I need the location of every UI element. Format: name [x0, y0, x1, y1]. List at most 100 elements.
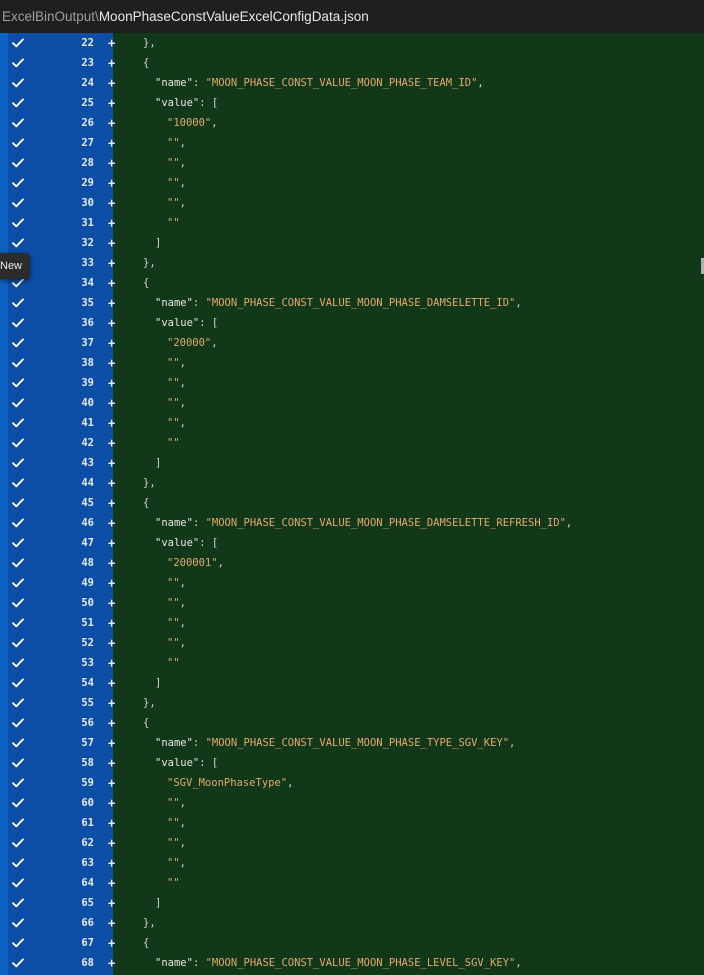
line-include-check-icon[interactable]	[9, 893, 27, 913]
code-line[interactable]: 48 + "200001",	[0, 553, 704, 573]
code-line[interactable]: 39 + "",	[0, 373, 704, 393]
code-line[interactable]: 42 + ""	[0, 433, 704, 453]
file-name[interactable]: MoonPhaseConstValueExcelConfigData.json	[99, 9, 369, 24]
line-include-check-icon[interactable]	[9, 413, 27, 433]
line-include-check-icon[interactable]	[9, 553, 27, 573]
line-include-check-icon[interactable]	[9, 653, 27, 673]
line-include-check-icon[interactable]	[9, 493, 27, 513]
code-line[interactable]: 49 + "",	[0, 573, 704, 593]
line-include-check-icon[interactable]	[9, 913, 27, 933]
code-line[interactable]: 46 + "name": "MOON_PHASE_CONST_VALUE_MOON_…	[0, 513, 704, 533]
line-include-check-icon[interactable]	[9, 953, 27, 973]
code-line[interactable]: 41 + "",	[0, 413, 704, 433]
code-line[interactable]: 32 +]	[0, 233, 704, 253]
code-line[interactable]: 40 + "",	[0, 393, 704, 413]
line-include-check-icon[interactable]	[9, 613, 27, 633]
file-path-folder[interactable]: ExcelBinOutput\	[2, 9, 99, 24]
code-line[interactable]: 26 + "10000",	[0, 113, 704, 133]
diff-added-marker: +	[108, 376, 116, 390]
code-line[interactable]: 44 +},	[0, 473, 704, 493]
code-line[interactable]: 67 + {	[0, 933, 704, 953]
line-include-check-icon[interactable]	[9, 393, 27, 413]
line-include-check-icon[interactable]	[9, 373, 27, 393]
code-line[interactable]: 30 + "",	[0, 193, 704, 213]
line-include-check-icon[interactable]	[9, 853, 27, 873]
code-line[interactable]: 50 + "",	[0, 593, 704, 613]
line-include-check-icon[interactable]	[9, 33, 27, 53]
code-line[interactable]: 31 + ""	[0, 213, 704, 233]
code-line[interactable]: 43 +]	[0, 453, 704, 473]
code-line[interactable]: 55 +},	[0, 693, 704, 713]
code-line[interactable]: 25 + "value": [	[0, 93, 704, 113]
code-line[interactable]: 64 + ""	[0, 873, 704, 893]
line-include-check-icon[interactable]	[9, 833, 27, 853]
diff-code-view[interactable]: 22 +}, 23 + {24 + "name": "MOON_PHASE_CONST_VA…	[0, 33, 704, 973]
line-number: 59	[81, 777, 94, 789]
code-line[interactable]: 28 + "",	[0, 153, 704, 173]
line-include-check-icon[interactable]	[9, 133, 27, 153]
line-include-check-icon[interactable]	[9, 933, 27, 953]
code-line[interactable]: 29 + "",	[0, 173, 704, 193]
code-line[interactable]: 38 + "",	[0, 353, 704, 373]
line-include-check-icon[interactable]	[9, 513, 27, 533]
line-include-check-icon[interactable]	[9, 573, 27, 593]
code-line[interactable]: 65 +]	[0, 893, 704, 913]
line-include-check-icon[interactable]	[9, 633, 27, 653]
code-line[interactable]: 63 + "",	[0, 853, 704, 873]
line-include-check-icon[interactable]	[9, 813, 27, 833]
code-line[interactable]: 58 + "value": [	[0, 753, 704, 773]
line-include-check-icon[interactable]	[9, 153, 27, 173]
line-include-check-icon[interactable]	[9, 593, 27, 613]
code-line[interactable]: 68 + "name": "MOON_PHASE_CONST_VALUE_MOON_…	[0, 953, 704, 973]
line-include-check-icon[interactable]	[9, 173, 27, 193]
code-line[interactable]: 33 +},	[0, 253, 704, 273]
code-line[interactable]: 59 + "SGV_MoonPhaseType",	[0, 773, 704, 793]
code-line[interactable]: 22 +},	[0, 33, 704, 53]
code-line[interactable]: 52 + "",	[0, 633, 704, 653]
line-include-check-icon[interactable]	[9, 773, 27, 793]
line-include-check-icon[interactable]	[9, 193, 27, 213]
line-include-check-icon[interactable]	[9, 73, 27, 93]
code-line[interactable]: 45 + {	[0, 493, 704, 513]
code-line[interactable]: 53 + ""	[0, 653, 704, 673]
line-include-check-icon[interactable]	[9, 293, 27, 313]
line-include-check-icon[interactable]	[9, 433, 27, 453]
line-include-check-icon[interactable]	[9, 873, 27, 893]
code-line[interactable]: 54 +]	[0, 673, 704, 693]
diff-added-marker: +	[108, 676, 116, 690]
code-line[interactable]: 36 + "value": [	[0, 313, 704, 333]
code-line[interactable]: 23 + {	[0, 53, 704, 73]
line-include-check-icon[interactable]	[9, 793, 27, 813]
line-include-check-icon[interactable]	[9, 53, 27, 73]
code-line[interactable]: 24 + "name": "MOON_PHASE_CONST_VALUE_MOON_…	[0, 73, 704, 93]
line-include-check-icon[interactable]	[9, 213, 27, 233]
line-include-check-icon[interactable]	[9, 233, 27, 253]
punctuation-token: },	[143, 477, 156, 489]
line-include-check-icon[interactable]	[9, 353, 27, 373]
line-include-check-icon[interactable]	[9, 753, 27, 773]
code-line[interactable]: 57 + "name": "MOON_PHASE_CONST_VALUE_MOON_…	[0, 733, 704, 753]
code-line[interactable]: 62 + "",	[0, 833, 704, 853]
code-line[interactable]: 56 + {	[0, 713, 704, 733]
line-include-check-icon[interactable]	[9, 693, 27, 713]
code-line[interactable]: 61 + "",	[0, 813, 704, 833]
code-line[interactable]: 47 + "value": [	[0, 533, 704, 553]
code-line[interactable]: 35 + "name": "MOON_PHASE_CONST_VALUE_MOON_…	[0, 293, 704, 313]
line-include-check-icon[interactable]	[9, 313, 27, 333]
line-include-check-icon[interactable]	[9, 733, 27, 753]
code-line[interactable]: 37 + "20000",	[0, 333, 704, 353]
line-include-check-icon[interactable]	[9, 453, 27, 473]
code-line[interactable]: 51 + "",	[0, 613, 704, 633]
line-include-check-icon[interactable]	[9, 533, 27, 553]
line-include-check-icon[interactable]	[9, 673, 27, 693]
code-line[interactable]: 34 + {	[0, 273, 704, 293]
diff-added-marker: +	[108, 256, 116, 270]
code-line[interactable]: 66 +},	[0, 913, 704, 933]
line-include-check-icon[interactable]	[9, 93, 27, 113]
line-include-check-icon[interactable]	[9, 473, 27, 493]
line-include-check-icon[interactable]	[9, 333, 27, 353]
line-include-check-icon[interactable]	[9, 713, 27, 733]
code-line[interactable]: 27 + "",	[0, 133, 704, 153]
line-include-check-icon[interactable]	[9, 113, 27, 133]
code-line[interactable]: 60 + "",	[0, 793, 704, 813]
